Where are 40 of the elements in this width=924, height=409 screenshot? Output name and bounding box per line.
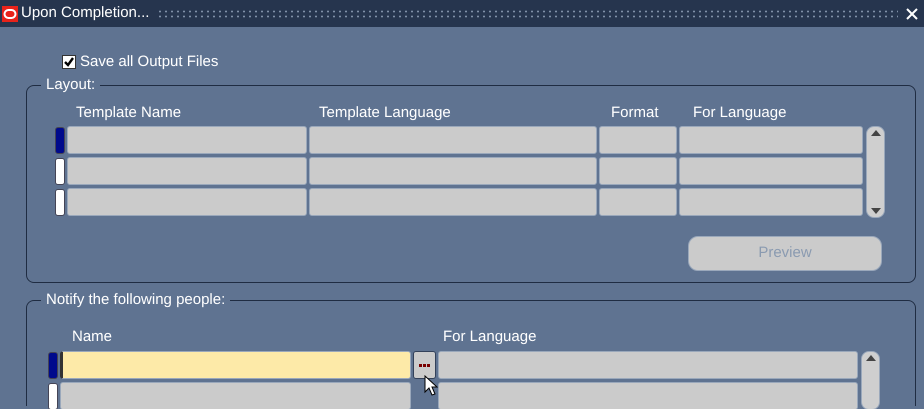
table-cell[interactable] — [309, 157, 597, 185]
table-cell[interactable] — [438, 382, 858, 409]
checkbox[interactable] — [62, 55, 76, 69]
record-indicator[interactable] — [55, 158, 65, 184]
column-header: For Language — [443, 328, 536, 346]
app-logo-icon — [2, 6, 18, 22]
table-cell[interactable] — [679, 126, 863, 154]
input-field[interactable] — [60, 351, 411, 379]
scroll-up-icon[interactable] — [866, 355, 876, 361]
scroll-down-icon[interactable] — [870, 208, 880, 214]
table-cell[interactable] — [679, 157, 863, 185]
ellipsis-icon — [419, 364, 430, 366]
column-header: Template Name — [76, 104, 182, 122]
column-header: Template Language — [319, 104, 451, 122]
mouse-pointer-icon — [424, 375, 438, 397]
table-cell[interactable] — [309, 188, 597, 216]
close-icon[interactable] — [906, 8, 918, 20]
list-of-values-button[interactable] — [413, 351, 436, 379]
group-legend: Notify the following people: — [41, 291, 230, 309]
table-cell[interactable] — [599, 188, 677, 216]
table-cell[interactable] — [599, 157, 677, 185]
table-cell[interactable] — [599, 126, 677, 154]
checkbox-label: Save all Output Files — [80, 52, 218, 72]
record-indicator[interactable] — [55, 188, 65, 216]
scrollbar[interactable] — [861, 351, 880, 409]
table-cell[interactable] — [679, 188, 863, 216]
table-cell[interactable] — [67, 157, 307, 185]
record-indicator[interactable] — [48, 382, 58, 409]
column-header: Format — [611, 104, 659, 122]
table-cell[interactable] — [67, 126, 307, 154]
table-cell[interactable] — [438, 351, 858, 379]
column-header: For Language — [693, 104, 786, 122]
group-legend: Layout: — [41, 76, 100, 94]
scroll-up-icon[interactable] — [870, 130, 880, 136]
window-title: Upon Completion... — [21, 3, 150, 24]
scrollbar[interactable] — [866, 126, 885, 218]
input-field[interactable] — [60, 382, 411, 409]
table-cell[interactable] — [309, 126, 597, 154]
table-cell[interactable] — [67, 188, 307, 216]
column-header: Name — [72, 328, 112, 346]
